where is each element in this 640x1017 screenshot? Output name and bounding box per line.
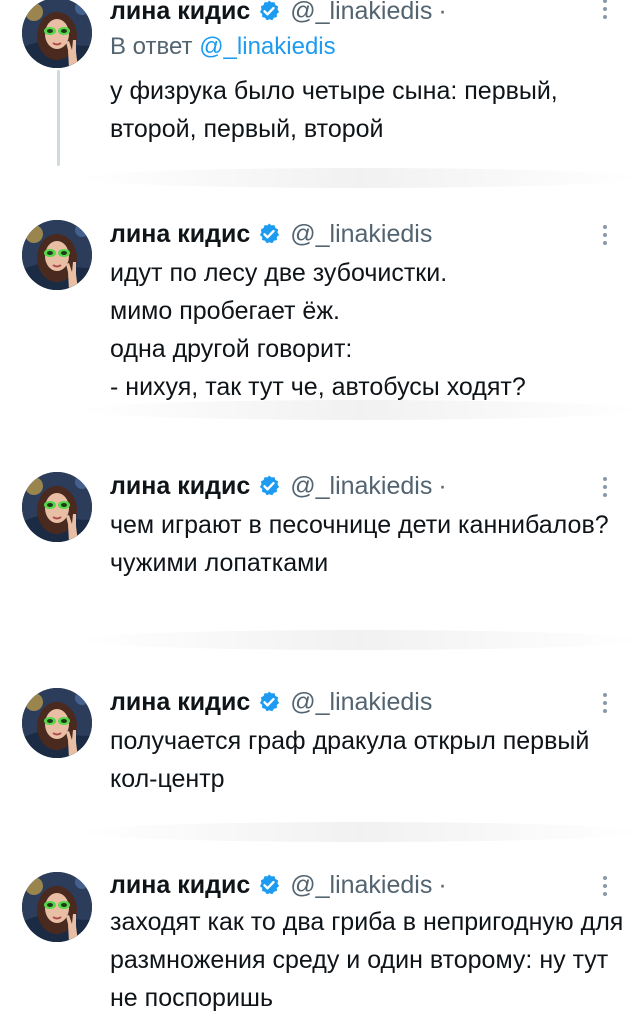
avatar[interactable] <box>22 472 92 542</box>
tweet-text: чем играют в песочнице дети каннибалов? … <box>110 511 609 577</box>
tweet-header: лина кидис @_linakiedis <box>110 685 438 719</box>
reply-context: В ответ @_linakiedis <box>110 30 336 64</box>
author-name[interactable]: лина кидис <box>110 868 250 902</box>
more-options-icon[interactable] <box>590 871 620 901</box>
verified-badge-icon <box>257 0 281 23</box>
divider <box>80 400 640 420</box>
divider <box>80 822 640 842</box>
avatar[interactable] <box>22 0 92 68</box>
verified-badge-icon <box>257 474 281 498</box>
author-name[interactable]: лина кидис <box>110 0 250 28</box>
tweet-text: заходят как то два гриба в непригодную д… <box>110 908 624 1012</box>
verified-badge-icon <box>257 690 281 714</box>
author-name[interactable]: лина кидис <box>110 469 250 503</box>
author-handle[interactable]: @_linakiedis <box>290 685 432 719</box>
separator-dot: · <box>438 472 447 500</box>
verified-badge-icon <box>257 222 281 246</box>
tweet-text: у физрука было четыре сына: первый, втор… <box>110 77 558 143</box>
avatar[interactable] <box>22 688 92 758</box>
divider <box>80 168 640 188</box>
separator-dot: · <box>438 0 447 25</box>
tweet-header: лина кидис @_linakiedis <box>110 217 438 251</box>
more-options-icon[interactable] <box>590 220 620 250</box>
more-options-icon[interactable] <box>590 0 620 24</box>
author-handle[interactable]: @_linakiedis <box>290 0 432 28</box>
more-options-icon[interactable] <box>590 688 620 718</box>
separator-dot: · <box>438 871 447 899</box>
tweet-text: идут по лесу две зубочистки. мимо пробег… <box>110 259 526 401</box>
divider <box>80 630 640 650</box>
author-handle[interactable]: @_linakiedis <box>290 469 432 503</box>
more-options-icon[interactable] <box>590 472 620 502</box>
author-handle[interactable]: @_linakiedis <box>290 217 432 251</box>
author-name[interactable]: лина кидис <box>110 217 250 251</box>
avatar[interactable] <box>22 872 92 942</box>
verified-badge-icon <box>257 873 281 897</box>
tweet-text: получается граф дракула открыл первый ко… <box>110 727 590 793</box>
thread-connector-line <box>57 70 60 166</box>
reply-mention-link[interactable]: @_linakiedis <box>199 33 335 60</box>
tweet-header: лина кидис @_linakiedis · <box>110 0 447 28</box>
tweet-header: лина кидис @_linakiedis · <box>110 868 447 902</box>
avatar[interactable] <box>22 220 92 290</box>
author-name[interactable]: лина кидис <box>110 685 250 719</box>
tweet-header: лина кидис @_linakiedis · <box>110 469 447 503</box>
reply-label: В ответ <box>110 33 193 60</box>
author-handle[interactable]: @_linakiedis <box>290 868 432 902</box>
